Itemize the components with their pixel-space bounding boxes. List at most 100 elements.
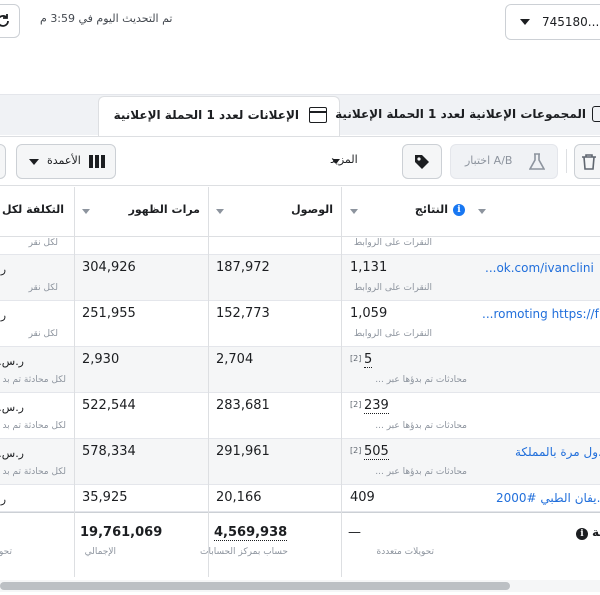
more-dropdown[interactable]: المزيد xyxy=(330,153,358,166)
sort-caret-icon xyxy=(478,209,486,214)
sort-caret-icon xyxy=(350,209,358,214)
cost-sub: لكل نقر xyxy=(28,283,58,293)
ad-name-link[interactable]: ...ول مرة بالمملكة xyxy=(515,445,600,459)
trash-icon xyxy=(582,154,596,170)
reach-value: 187,972 xyxy=(216,260,270,275)
table-row[interactable]: [2] 239 محادثات تم بدؤها عبر ... 283,681… xyxy=(0,393,600,439)
columns-button[interactable]: الأعمدة xyxy=(16,144,116,179)
cost-value: ر xyxy=(0,263,6,276)
results-sub: النقرات على الروابط xyxy=(353,283,432,293)
table-row[interactable]: ...ول مرة بالمملكة [2] 505 محادثات تم بد… xyxy=(0,439,600,485)
column-divider xyxy=(208,187,209,577)
cost-sub: لكل نقر xyxy=(28,238,58,248)
delete-button[interactable] xyxy=(574,144,600,179)
results-sub: النقرات على الروابط xyxy=(353,238,432,248)
results-value: 239 xyxy=(364,398,389,414)
impressions-value: 522,544 xyxy=(82,398,136,413)
column-divider xyxy=(341,187,342,577)
refresh-button[interactable] xyxy=(0,4,20,38)
totals-label: ية xyxy=(592,525,600,539)
cost-sub: لكل محادثة تم بد xyxy=(2,421,66,431)
table-row[interactable]: النقرات على الروابط لكل نقر xyxy=(0,237,600,255)
reach-value: 152,773 xyxy=(216,306,270,321)
tab-ads[interactable]: الإعلانات لعدد 1 الحملة الإعلانية xyxy=(98,96,340,136)
toolbar-button-partial[interactable] xyxy=(0,144,6,179)
totals-reach: 4,569,938 xyxy=(214,525,288,541)
cost-sub: لكل محادثة تم بد xyxy=(2,467,66,477)
top-bar: تم التحديث اليوم في 3:59 م 745180... xyxy=(0,0,600,48)
results-note: [2] xyxy=(350,446,362,455)
impressions-value: 304,926 xyxy=(82,260,136,275)
impressions-value: 251,955 xyxy=(82,306,136,321)
totals-cost-sub: تحو xyxy=(0,547,12,557)
sort-caret-icon xyxy=(82,209,90,214)
impressions-value: 2,930 xyxy=(82,352,120,367)
impressions-value: 578,334 xyxy=(82,444,136,459)
cost-value: ر xyxy=(0,309,6,322)
toolbar: الأعمدة المزيد اختبار A/B xyxy=(0,136,600,186)
ad-name-link[interactable]: ...romoting https://f xyxy=(482,307,599,321)
results-value: 409 xyxy=(350,490,375,505)
cost-value: ر.س. xyxy=(0,401,24,414)
table-row[interactable]: ...ok.com/ivanclini 1,131 النقرات على ال… xyxy=(0,255,600,301)
totals-impressions: 19,761,069 xyxy=(80,525,163,540)
ad-icon xyxy=(309,107,327,123)
tag-icon xyxy=(415,154,429,169)
columns-label: الأعمدة xyxy=(47,154,81,167)
last-updated-text: تم التحديث اليوم في 3:59 م xyxy=(40,12,173,25)
toolbar-separator xyxy=(566,149,567,173)
chevron-down-icon xyxy=(29,159,39,165)
results-value: 1,059 xyxy=(350,306,388,321)
tag-button[interactable] xyxy=(402,144,442,179)
table-row[interactable]: ...يفان الطبي #2000 409 20,166 35,925 ر xyxy=(0,485,600,512)
totals-reach-sub: حساب بمركز الحسابات xyxy=(200,547,288,557)
cost-value: ر.س. xyxy=(0,355,24,368)
info-icon: i xyxy=(453,204,465,216)
tab-ads-label: الإعلانات لعدد 1 الحملة الإعلانية xyxy=(113,108,299,122)
totals-row: i ية — تحويلات متعددة 4,569,938 حساب بمر… xyxy=(0,512,600,578)
tab-ad-sets-label: المجموعات الإعلانية لعدد 1 الحملة الإعلا… xyxy=(335,107,586,121)
account-id: 745180... xyxy=(542,15,600,29)
cost-sub: لكل محادثة تم بد xyxy=(2,375,66,385)
reach-value: 2,704 xyxy=(216,352,254,367)
results-sub: محادثات تم بدؤها عبر ... xyxy=(375,375,467,385)
column-divider xyxy=(74,187,75,577)
column-results-label: النتائج xyxy=(414,203,448,216)
table-row[interactable]: ...romoting https://f 1,059 النقرات على … xyxy=(0,301,600,347)
column-header-cost[interactable]: التكلفة لكل نت xyxy=(0,187,74,237)
chevron-down-icon xyxy=(520,19,530,25)
results-note: [2] xyxy=(350,400,362,409)
scrollbar-thumb[interactable] xyxy=(0,582,510,590)
column-header-results[interactable]: i النتائج xyxy=(341,187,600,237)
cost-sub: لكل نقر xyxy=(28,329,58,339)
ad-account-dropdown[interactable]: 745180... xyxy=(505,4,600,40)
totals-impressions-sub: الإجمالي xyxy=(84,547,116,557)
results-value: 505 xyxy=(364,444,389,460)
flask-icon xyxy=(529,153,545,170)
column-header-impressions[interactable]: مرات الظهور xyxy=(74,187,208,237)
ab-test-label: اختبار A/B xyxy=(465,154,513,167)
ab-test-button[interactable]: اختبار A/B xyxy=(450,144,558,179)
reach-value: 283,681 xyxy=(216,398,270,413)
columns-icon xyxy=(89,155,105,168)
results-value: 1,131 xyxy=(350,260,388,275)
reach-value: 291,961 xyxy=(216,444,270,459)
info-icon: i xyxy=(576,528,588,540)
ad-name-link[interactable]: ...ok.com/ivanclini xyxy=(485,261,594,275)
cost-value: ر.س. xyxy=(0,447,24,460)
column-header-reach[interactable]: الوصول xyxy=(208,187,341,237)
refresh-icon xyxy=(0,14,9,27)
ad-set-icon xyxy=(592,106,600,122)
totals-results-sub: تحويلات متعددة xyxy=(376,547,435,557)
results-note: [2] xyxy=(350,354,362,363)
impressions-value: 35,925 xyxy=(82,490,128,505)
results-sub: محادثات تم بدؤها عبر ... xyxy=(375,421,467,431)
column-impressions-label: مرات الظهور xyxy=(128,203,200,216)
tab-ad-sets[interactable]: المجموعات الإعلانية لعدد 1 الحملة الإعلا… xyxy=(335,96,600,134)
table-row[interactable]: [2] 5 محادثات تم بدؤها عبر ... 2,704 2,9… xyxy=(0,347,600,393)
column-cost-label: التكلفة لكل نت xyxy=(0,203,64,216)
ad-name-link[interactable]: ...يفان الطبي #2000 xyxy=(496,491,600,505)
column-reach-label: الوصول xyxy=(291,203,333,216)
table-header: i النتائج الوصول مرات الظهور التكلفة لكل… xyxy=(0,187,600,237)
totals-results: — xyxy=(348,525,361,540)
